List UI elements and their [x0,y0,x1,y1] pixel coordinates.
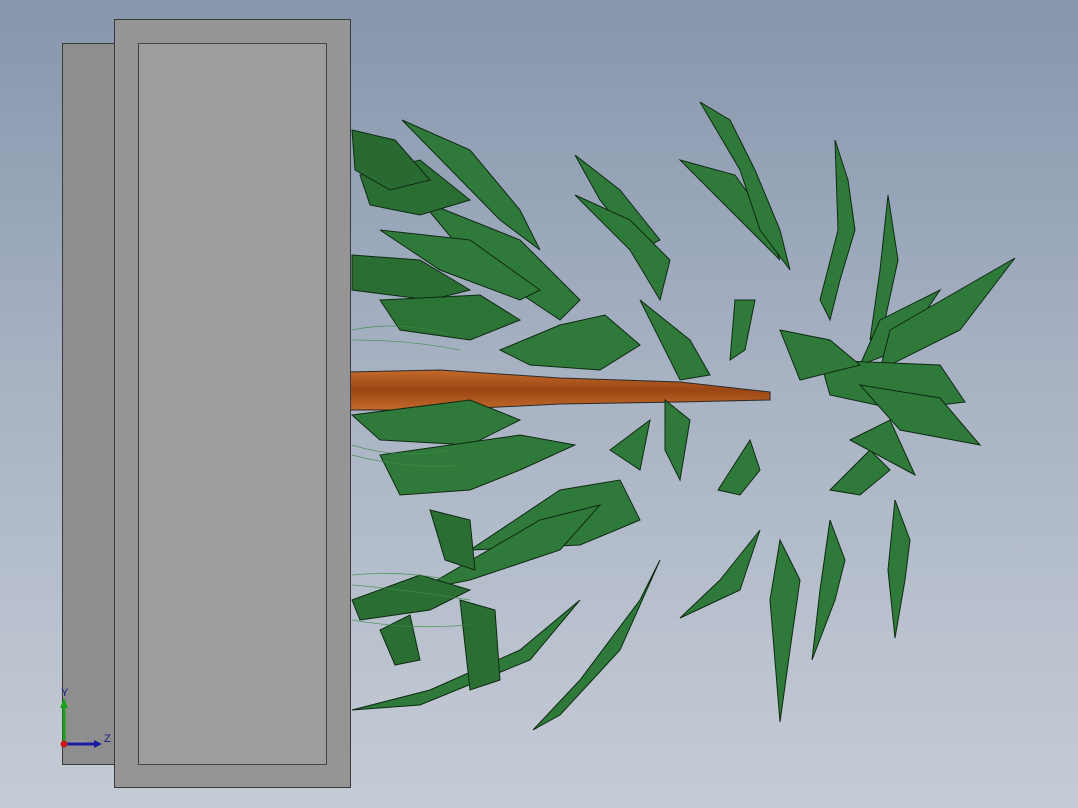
x-axis-dot [60,740,68,748]
z-axis-label: Z [104,733,111,745]
front-panel-inset [138,43,327,765]
back-panel[interactable] [62,43,122,765]
y-axis-label: Y [61,687,69,699]
z-axis-arrow-icon [94,740,102,748]
axis-triad: Y Z [60,687,111,748]
y-axis-arrow-icon [60,698,68,708]
leaves-lower [350,398,917,731]
model-viewport[interactable]: Y Z [0,0,1078,808]
